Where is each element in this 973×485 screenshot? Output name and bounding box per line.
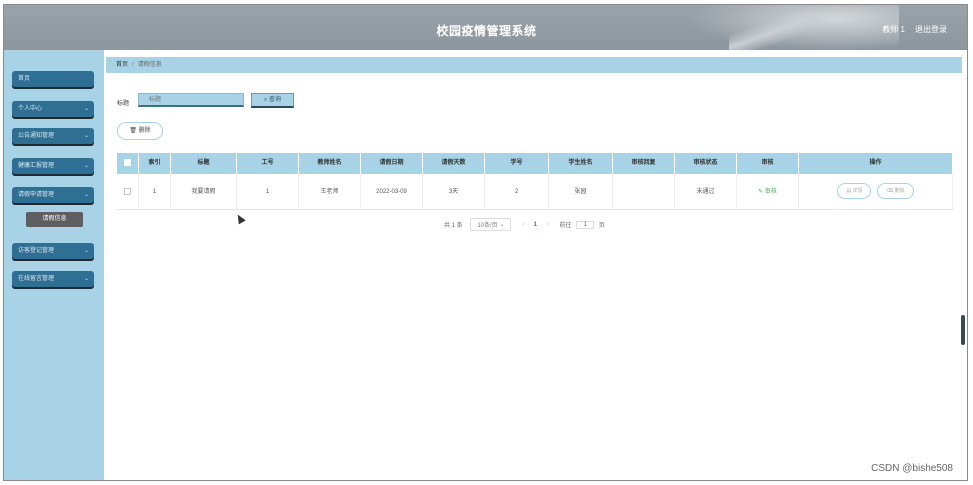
- scrollbar-thumb[interactable]: [961, 315, 965, 345]
- breadcrumb-current: 请假信息: [137, 62, 162, 68]
- cell-status: 未通过: [675, 174, 737, 209]
- detail-label: 详情: [852, 188, 863, 195]
- pagination-total: 共 1 条: [444, 223, 463, 229]
- header-cell: 审核: [737, 153, 799, 174]
- cell-staff-no: 1: [237, 174, 299, 209]
- goto-page-input[interactable]: 1: [576, 220, 595, 229]
- header-cell: 操作: [799, 153, 953, 174]
- search-label: 标题: [117, 101, 130, 107]
- logout-link[interactable]: 退出登录: [915, 24, 947, 35]
- cell-leave-date: 2022-03-09: [361, 174, 423, 209]
- header-cell: 学号: [485, 153, 549, 174]
- cell-days: 3天: [423, 174, 485, 209]
- header-cell: 教师姓名: [299, 153, 361, 174]
- trash-icon: 🗑: [129, 128, 137, 134]
- cell-index: 1: [139, 174, 171, 209]
- page-size-value: 10条/页: [477, 223, 498, 229]
- top-header: 校园疫情管理系统 教师 1 退出登录: [4, 5, 967, 50]
- audit-label: 审核: [764, 189, 777, 195]
- sidebar: 首页 个人中心 ⌄ 公告通知管理 ⌄ 健康汇报管理 ⌄ 请假申请管理 ⌄ 请假信…: [4, 50, 104, 480]
- search-button[interactable]: ⌕ 查询: [251, 93, 294, 108]
- row-delete-button[interactable]: ⌫ 删除: [877, 183, 914, 200]
- chevron-down-icon: ⌄: [83, 248, 89, 254]
- row-select[interactable]: [117, 174, 139, 209]
- chevron-down-icon: ⌄: [83, 276, 89, 282]
- mouse-cursor-icon: [234, 212, 246, 225]
- header-cell: 审核回复: [613, 153, 675, 174]
- page-unit-label: 页: [598, 223, 605, 229]
- header-cell: 请假天数: [423, 153, 485, 174]
- sidebar-item-home[interactable]: 首页: [12, 71, 94, 87]
- pagination: 共 1 条 10条/页 ⌄ ‹ 1 › 前往 1 页: [444, 218, 605, 231]
- current-page[interactable]: 1: [534, 222, 537, 228]
- header-cell: 请假日期: [361, 153, 423, 174]
- document-icon: ▤: [846, 188, 852, 195]
- sidebar-item-announcements[interactable]: 公告通知管理 ⌄: [12, 128, 94, 144]
- cell-student-no: 2: [485, 174, 549, 209]
- breadcrumb-home[interactable]: 首页: [116, 62, 128, 68]
- header-cell: 索引: [139, 153, 171, 174]
- sidebar-subitem-leave-info[interactable]: 请假信息: [26, 212, 83, 227]
- search-input[interactable]: [138, 93, 244, 107]
- page-size-select[interactable]: 10条/页 ⌄: [470, 218, 512, 231]
- cell-title: 我要请假: [171, 174, 237, 209]
- sidebar-item-label: 请假申请管理: [18, 192, 55, 198]
- sidebar-item-label: 公告通知管理: [18, 133, 55, 139]
- app-window: 校园疫情管理系统 教师 1 退出登录 首页 个人中心 ⌄ 公告通知管理 ⌄ 健康…: [3, 4, 968, 481]
- audit-link[interactable]: ✎ 审核: [758, 189, 777, 195]
- cell-audit: ✎ 审核: [737, 174, 799, 209]
- chevron-down-icon: ⌄: [499, 222, 505, 228]
- search-button-label: 查询: [269, 97, 282, 103]
- sidebar-item-leave[interactable]: 请假申请管理 ⌄: [12, 187, 94, 203]
- sidebar-item-label: 在线留言管理: [18, 276, 55, 282]
- header-cell: 审核状态: [675, 153, 737, 174]
- checkbox[interactable]: [124, 158, 131, 166]
- header-cell: 标题: [171, 153, 237, 174]
- chevron-down-icon: ⌄: [83, 106, 89, 112]
- cell-actions: ▤ 详情 ⌫ 删除: [799, 174, 953, 209]
- bulk-delete-button[interactable]: 🗑 删除: [117, 122, 163, 140]
- prev-page-icon[interactable]: ‹: [522, 222, 524, 228]
- sidebar-item-label: 健康汇报管理: [18, 163, 55, 169]
- sidebar-item-label: 访客登记管理: [18, 248, 55, 254]
- row-delete-label: 删除: [894, 188, 905, 195]
- table-row: 1 我要请假 1 王老师 2022-03-09 3天 2 张园 未通过 ✎ 审核…: [117, 174, 953, 210]
- trash-icon: ⌫: [886, 188, 894, 195]
- sidebar-item-label: 个人中心: [18, 106, 43, 112]
- delete-button-label: 删除: [138, 128, 151, 134]
- next-page-icon[interactable]: ›: [547, 222, 549, 228]
- sidebar-item-messages[interactable]: 在线留言管理 ⌄: [12, 271, 94, 287]
- chevron-down-icon: ⌄: [83, 133, 89, 139]
- header-cell: 学生姓名: [549, 153, 613, 174]
- current-user: 教师 1: [882, 25, 905, 34]
- checkbox[interactable]: [124, 187, 131, 195]
- goto-label: 前往: [559, 223, 572, 229]
- cell-reply: [613, 174, 675, 209]
- chevron-down-icon: ⌄: [83, 163, 89, 169]
- cell-student-name: 张园: [549, 174, 613, 209]
- chevron-down-icon: ⌄: [83, 192, 89, 198]
- breadcrumb-separator: /: [132, 62, 134, 68]
- sidebar-item-label: 首页: [18, 76, 31, 82]
- sidebar-item-visitors[interactable]: 访客登记管理 ⌄: [12, 243, 94, 259]
- cell-teacher-name: 王老师: [299, 174, 361, 209]
- table-header: 索引 标题 工号 教师姓名 请假日期 请假天数 学号 学生姓名 审核回复 审核状…: [117, 153, 953, 174]
- sidebar-item-health-report[interactable]: 健康汇报管理 ⌄: [12, 158, 94, 174]
- breadcrumb: 首页 / 请假信息: [106, 57, 962, 73]
- sidebar-item-profile[interactable]: 个人中心 ⌄: [12, 101, 94, 117]
- watermark: CSDN @bishe508: [871, 463, 953, 474]
- edit-icon: ✎: [758, 189, 764, 195]
- header-select-all[interactable]: [117, 153, 139, 174]
- search-icon: ⌕: [263, 97, 268, 103]
- detail-button[interactable]: ▤ 详情: [837, 183, 872, 200]
- header-cell: 工号: [237, 153, 299, 174]
- app-title: 校园疫情管理系统: [436, 24, 537, 38]
